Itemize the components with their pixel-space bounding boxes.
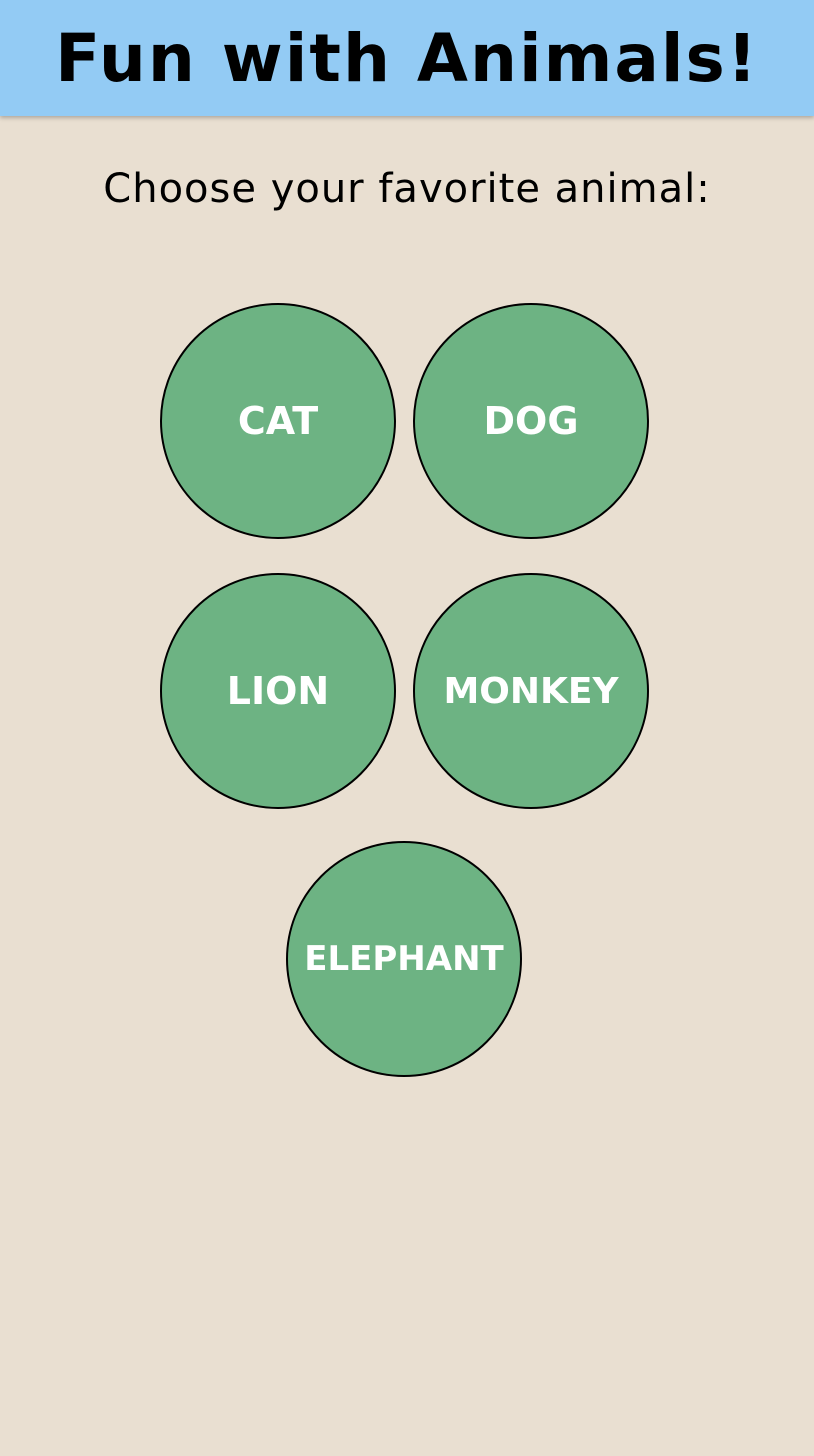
cat-button-label: CAT (237, 399, 319, 443)
elephant-button[interactable]: ELEPHANT (286, 841, 522, 1077)
dog-button-label: DOG (483, 399, 579, 443)
lion-button-label: LION (226, 669, 330, 713)
monkey-button-label: MONKEY (443, 670, 619, 712)
page-title: Fun with Animals! (55, 19, 759, 97)
cat-button[interactable]: CAT (160, 303, 396, 539)
lion-button[interactable]: LION (160, 573, 396, 809)
choose-animal-prompt: Choose your favorite animal: (103, 166, 711, 212)
dog-button[interactable]: DOG (413, 303, 649, 539)
elephant-button-label: ELEPHANT (304, 939, 504, 979)
app-header: Fun with Animals! (0, 0, 814, 116)
monkey-button[interactable]: MONKEY (413, 573, 649, 809)
